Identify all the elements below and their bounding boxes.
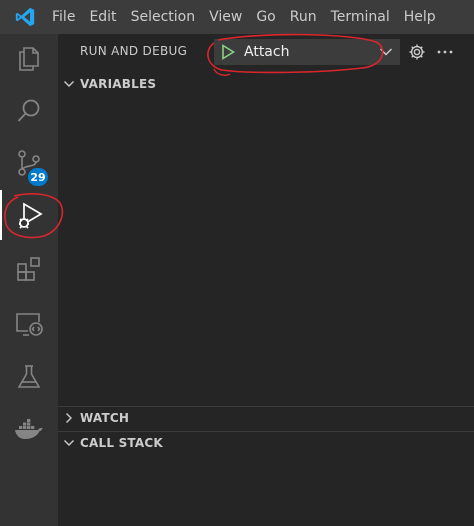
run-debug-icon [19, 202, 43, 229]
debug-header: RUN AND DEBUG Attach [58, 34, 474, 70]
view-title: RUN AND DEBUG [80, 44, 188, 58]
chevron-down-icon [58, 79, 80, 89]
activity-remote-explorer[interactable] [0, 299, 58, 349]
chevron-down-icon[interactable] [372, 47, 400, 57]
source-control-badge: 29 [28, 168, 48, 186]
chevron-right-icon [58, 412, 80, 424]
ellipsis-icon [437, 50, 453, 54]
menu-edit[interactable]: Edit [82, 0, 123, 34]
activity-bar: 29 [0, 34, 58, 526]
activity-testing[interactable] [0, 352, 58, 402]
launch-config-label: Attach [244, 44, 290, 60]
menu-go[interactable]: Go [249, 0, 282, 34]
launch-config-dropdown[interactable]: Attach [214, 39, 400, 65]
activity-run-debug[interactable] [0, 190, 58, 240]
files-icon [19, 47, 39, 71]
section-variables[interactable]: VARIABLES [58, 73, 474, 95]
run-debug-view: RUN AND DEBUG Attach VARIABLES WATCH CAL… [58, 34, 474, 526]
docker-icon [15, 419, 43, 439]
activity-search[interactable] [0, 86, 58, 136]
menu-terminal[interactable]: Terminal [324, 0, 397, 34]
section-call-stack-label: CALL STACK [80, 436, 163, 450]
menu-run[interactable]: Run [283, 0, 324, 34]
menu-selection[interactable]: Selection [124, 0, 203, 34]
play-icon [222, 44, 235, 60]
start-debugging-button[interactable] [214, 44, 242, 60]
vscode-logo-icon [0, 0, 50, 34]
activity-explorer[interactable] [0, 34, 58, 84]
menu-help[interactable]: Help [397, 0, 443, 34]
search-icon [17, 99, 40, 122]
gear-icon [409, 44, 425, 60]
remote-explorer-icon [16, 313, 43, 336]
more-actions-button[interactable] [434, 41, 456, 63]
title-bar: File Edit Selection View Go Run Terminal… [0, 0, 474, 34]
flask-icon [17, 365, 41, 388]
activity-docker[interactable] [0, 404, 58, 454]
menu-bar: File Edit Selection View Go Run Terminal… [50, 0, 443, 34]
open-launch-json-button[interactable] [406, 41, 428, 63]
activity-extensions[interactable] [0, 244, 58, 294]
chevron-down-icon [58, 438, 80, 448]
menu-file[interactable]: File [50, 0, 82, 34]
section-variables-label: VARIABLES [80, 77, 157, 91]
menu-view[interactable]: View [202, 0, 249, 34]
activity-source-control[interactable]: 29 [0, 138, 58, 188]
section-call-stack[interactable]: CALL STACK [58, 431, 474, 454]
section-watch-label: WATCH [80, 411, 130, 425]
section-watch[interactable]: WATCH [58, 406, 474, 429]
extensions-icon [17, 257, 40, 281]
